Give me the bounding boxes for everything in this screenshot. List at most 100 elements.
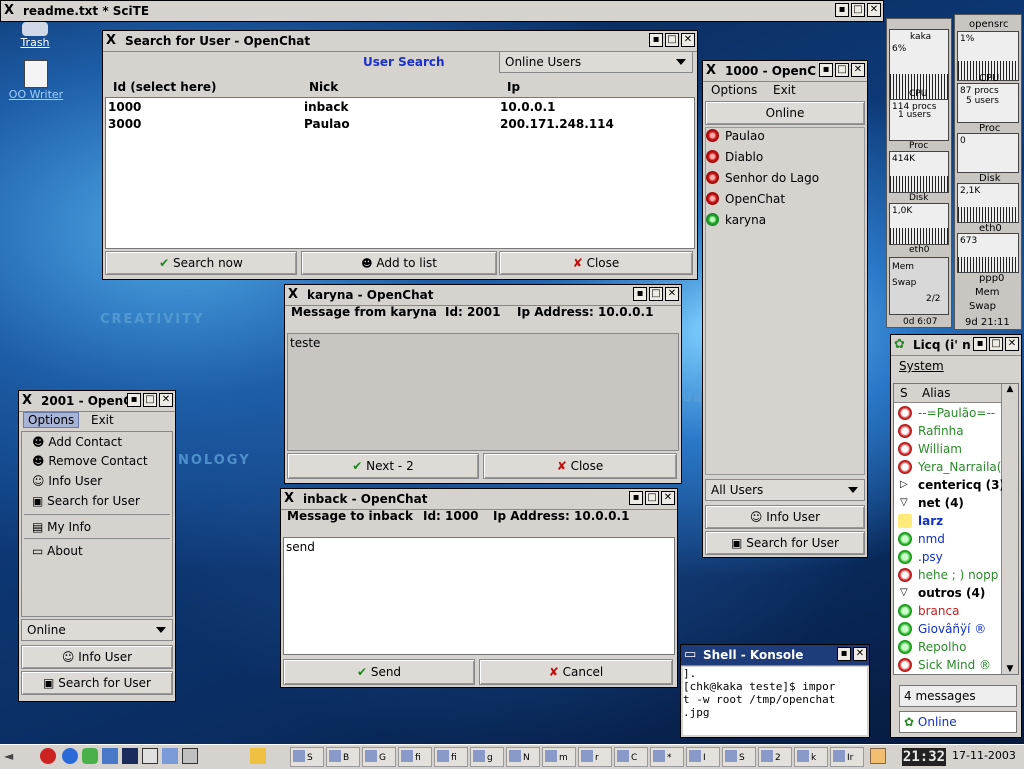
expanded-arrow-icon[interactable]: ▽ [900, 584, 908, 602]
close-button[interactable]: ✕ [159, 393, 173, 407]
maximize-button[interactable]: □ [645, 491, 659, 505]
next-message-button[interactable]: ✔ Next - 2 [287, 453, 479, 479]
list-item[interactable]: karyna [706, 213, 766, 227]
contact-group[interactable]: ▽ outros (4) [894, 584, 1002, 602]
list-item[interactable]: Rafinha [894, 422, 1002, 440]
close-button[interactable]: ✕ [853, 647, 867, 661]
close-search-button[interactable]: ✘ Close [499, 251, 693, 275]
list-item[interactable]: Senhor do Lago [706, 171, 819, 185]
taskbar-window-button[interactable]: fi [434, 747, 468, 767]
inback-titlebar[interactable]: X inback - OpenChat ▪ □ ✕ [281, 489, 677, 510]
pager-icon[interactable] [250, 748, 266, 764]
col-status-header[interactable]: S [900, 386, 908, 400]
minimize-button[interactable]: ▪ [633, 287, 647, 301]
menu-system[interactable]: System [899, 359, 944, 373]
menu-item-info-user[interactable]: ☺ Info User [32, 474, 102, 488]
online-header-button[interactable]: Online [705, 101, 865, 125]
taskbar-window-button[interactable]: G [362, 747, 396, 767]
list-item[interactable]: Giovâñÿí ® [894, 620, 1002, 638]
menu-exit[interactable]: Exit [91, 413, 114, 427]
collapsed-arrow-icon[interactable]: ▷ [900, 476, 908, 494]
list-item[interactable]: hehe ; ) nopp [894, 566, 1002, 584]
minimize-button[interactable]: ▪ [819, 63, 833, 77]
options-dropdown-menu[interactable]: ☻ Add Contact ☻ Remove Contact ☺ Info Us… [21, 431, 173, 617]
list-item[interactable]: OpenChat [706, 192, 785, 206]
list-item[interactable]: Repolho [894, 638, 1002, 656]
info-user-button[interactable]: ☺ Info User [705, 505, 865, 529]
close-button[interactable]: ✕ [681, 33, 695, 47]
minimize-button[interactable]: ▪ [649, 33, 663, 47]
add-to-list-button[interactable]: ☻ Add to list [301, 251, 497, 275]
karyna-message-window[interactable]: X karyna - OpenChat ▪ □ ✕ Message from k… [284, 284, 682, 484]
search-titlebar[interactable]: X Search for User - OpenChat ▪ □ ✕ [103, 31, 697, 52]
list-item[interactable]: Paulao [706, 129, 765, 143]
openchat-1000-window[interactable]: X 1000 - OpenC ▪ □ ✕ Options Exit Online… [702, 60, 868, 558]
menu-item-add-contact[interactable]: ☻ Add Contact [32, 435, 122, 449]
search-user-window[interactable]: X Search for User - OpenChat ▪ □ ✕ User … [102, 30, 698, 280]
messages-indicator[interactable]: 4 messages [899, 685, 1017, 707]
online-users-select[interactable]: Online Users [499, 51, 693, 73]
menu-item-my-info[interactable]: ▤ My Info [32, 520, 91, 534]
konqueror-icon[interactable] [62, 748, 78, 764]
home-icon[interactable] [102, 748, 118, 764]
minimize-button[interactable]: ▪ [835, 3, 849, 17]
contact-list[interactable]: Paulao Diablo Senhor do Lago OpenChat ka… [705, 127, 865, 475]
scroll-up-icon[interactable]: ▲ [1002, 384, 1018, 394]
taskbar-window-button[interactable]: 2 [758, 747, 792, 767]
close-button[interactable]: ✕ [1005, 337, 1019, 351]
taskbar-window-button[interactable]: g [470, 747, 504, 767]
opera-icon[interactable] [40, 748, 56, 764]
licq-entries[interactable]: --=Paulão=-- Rafinha William Yera_Narraila(… [894, 404, 1002, 674]
arrow-left-icon[interactable]: ◄ [4, 749, 16, 765]
info-user-button[interactable]: ☺ Info User [21, 645, 173, 669]
taskbar-window-button[interactable]: fi [398, 747, 432, 767]
table-row[interactable]: 1000 inback 10.0.0.1 [106, 100, 694, 117]
screenshot-icon[interactable] [162, 748, 178, 764]
maximize-button[interactable]: □ [143, 393, 157, 407]
expanded-arrow-icon[interactable]: ▽ [900, 494, 908, 512]
minimize-button[interactable]: ▪ [837, 647, 851, 661]
printer-icon[interactable] [182, 748, 198, 764]
maximize-button[interactable]: □ [851, 3, 865, 17]
list-item[interactable]: Sick Mind ® [894, 656, 1002, 674]
close-button[interactable]: ✕ [867, 3, 881, 17]
maximize-button[interactable]: □ [989, 337, 1003, 351]
menu-options-active[interactable]: Options [23, 412, 80, 428]
list-item[interactable]: Yera_Narraila( [894, 458, 1002, 476]
close-button[interactable]: ✕ [665, 287, 679, 301]
taskbar-window-button[interactable]: r [578, 747, 612, 767]
taskbar-window-button[interactable]: k [794, 747, 828, 767]
menu-item-remove-contact[interactable]: ☻ Remove Contact [32, 454, 148, 468]
licq-icon[interactable] [82, 748, 98, 764]
desktop-icon-oo-writer[interactable]: OO Writer [4, 60, 68, 101]
licq-status-select[interactable]: ✿ Online [899, 711, 1017, 733]
maximize-button[interactable]: □ [665, 33, 679, 47]
konsole-titlebar[interactable]: ▭ Shell - Konsole ▪ ✕ [681, 645, 869, 666]
taskbar-window-button[interactable]: S [722, 747, 756, 767]
taskbar-window-button[interactable]: I [686, 747, 720, 767]
taskbar-window-button[interactable]: C [614, 747, 648, 767]
taskbar-window-button[interactable]: N [506, 747, 540, 767]
contact-group[interactable]: ▽ net (4) [894, 494, 1002, 512]
all-users-select[interactable]: All Users [705, 479, 865, 501]
desktop-icon-trash[interactable]: Trash [18, 22, 52, 49]
list-item[interactable]: --=Paulão=-- [894, 404, 1002, 422]
klipper-icon[interactable] [870, 748, 886, 764]
openchat-2001-window[interactable]: X 2001 - OpenCh ▪ □ ✕ Options Exit ☻ Add… [18, 390, 176, 702]
scroll-down-icon[interactable]: ▼ [1002, 664, 1018, 674]
taskbar-window-button[interactable]: B [326, 747, 360, 767]
licq-window[interactable]: ✿ Licq (i' n ▪ □ ✕ System S Alias ▲ ▼ --… [890, 334, 1022, 738]
minimize-button[interactable]: ▪ [629, 491, 643, 505]
karyna-titlebar[interactable]: X karyna - OpenChat ▪ □ ✕ [285, 285, 681, 306]
konsole-window[interactable]: ▭ Shell - Konsole ▪ ✕ ]. [chk@kaka teste… [680, 644, 870, 738]
taskbar-window-button[interactable]: m [542, 747, 576, 767]
search-results-table[interactable]: 1000 inback 10.0.0.1 3000 Paulao 200.171… [105, 97, 695, 249]
licq-titlebar[interactable]: ✿ Licq (i' n ▪ □ ✕ [891, 335, 1021, 356]
maximize-button[interactable]: □ [835, 63, 849, 77]
list-item[interactable]: William [894, 440, 1002, 458]
menu-exit[interactable]: Exit [773, 83, 796, 97]
send-button[interactable]: ✔ Send [283, 659, 475, 685]
taskbar-window-button[interactable]: S [290, 747, 324, 767]
close-button[interactable]: ✕ [851, 63, 865, 77]
compose-message-textarea[interactable]: send [283, 537, 675, 655]
